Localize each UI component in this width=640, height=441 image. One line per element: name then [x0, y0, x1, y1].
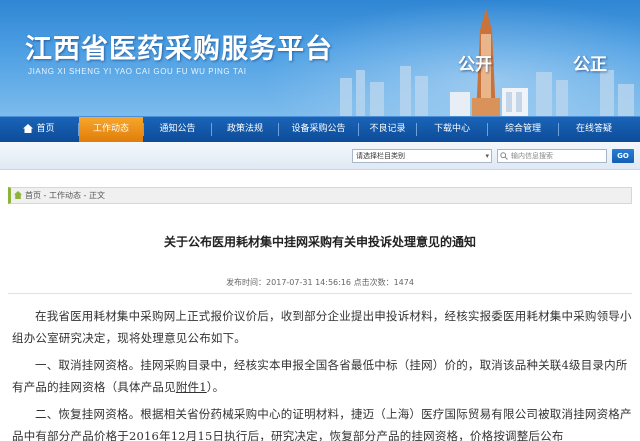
- slogan-open: 公开: [458, 55, 492, 75]
- nav-online-qa[interactable]: 在线答疑: [559, 117, 629, 142]
- paragraph-text: 一、取消挂网资格。挂网采购目录中，经核实本申报全国各省最低中标（挂网）价的，取消…: [12, 358, 628, 394]
- category-select[interactable]: 请选择栏目类别 ▾: [352, 149, 492, 163]
- home-icon: [23, 124, 34, 133]
- nav-home-label: 首页: [36, 124, 55, 134]
- search-placeholder: 输内信息搜索: [511, 152, 553, 160]
- nav-work-news[interactable]: 工作动态: [79, 117, 143, 142]
- article-paragraph: 在我省医用耗材集中采购网上正式报价议价后，收到部分企业提出申投诉材料，经核实报委…: [12, 309, 632, 345]
- slogan-fair: 公正: [573, 55, 607, 75]
- nav-bad-records[interactable]: 不良记录: [359, 117, 416, 142]
- search-go-button[interactable]: GO: [612, 149, 634, 163]
- search-bar: 请选择栏目类别 ▾ 输内信息搜索 GO: [0, 142, 640, 170]
- nav-equipment-procurement[interactable]: 设备采购公告: [279, 117, 358, 142]
- article-paragraph: 二、恢复挂网资格。根据相关省份药械采购中心的证明材料，捷迈（上海）医疗国际贸易有…: [12, 407, 632, 441]
- nav-policies[interactable]: 政策法规: [212, 117, 278, 142]
- nav-downloads[interactable]: 下载中心: [417, 117, 487, 142]
- search-icon: [500, 152, 508, 160]
- home-icon: [14, 191, 22, 199]
- divider: [8, 293, 632, 294]
- nav-management[interactable]: 综合管理: [488, 117, 558, 142]
- article-meta: 发布时间：2017-07-31 14:56:16 点击次数：1474: [226, 278, 414, 287]
- article-paragraph: 一、取消挂网资格。挂网采购目录中，经核实本申报全国各省最低中标（挂网）价的，取消…: [12, 354, 632, 398]
- article-title: 关于公布医用耗材集中挂网采购有关申投诉处理意见的通知: [163, 235, 476, 249]
- breadcrumb-path[interactable]: 首页 - 工作动态 - 正文: [25, 188, 105, 203]
- nav-home[interactable]: 首页: [0, 117, 78, 142]
- site-title: 江西省医药采购服务平台: [25, 34, 333, 65]
- category-select-value: 请选择栏目类别: [356, 152, 405, 160]
- search-input[interactable]: 输内信息搜索: [497, 149, 607, 163]
- chevron-down-icon: ▾: [485, 152, 489, 160]
- main-nav: 首页 工作动态 通知公告 政策法规 设备采购公告 不良记录 下载中心 综合管理 …: [0, 116, 640, 142]
- nav-notices[interactable]: 通知公告: [144, 117, 211, 142]
- site-banner: 江西省医药采购服务平台 JIANG XI SHENG YI YAO CAI GO…: [0, 0, 640, 116]
- site-subtitle: JIANG XI SHENG YI YAO CAI GOU FU WU PING…: [28, 67, 247, 76]
- attachment-link[interactable]: 附件1: [176, 380, 207, 394]
- breadcrumb: 首页 - 工作动态 - 正文: [8, 187, 632, 204]
- paragraph-text: ）。: [206, 380, 225, 394]
